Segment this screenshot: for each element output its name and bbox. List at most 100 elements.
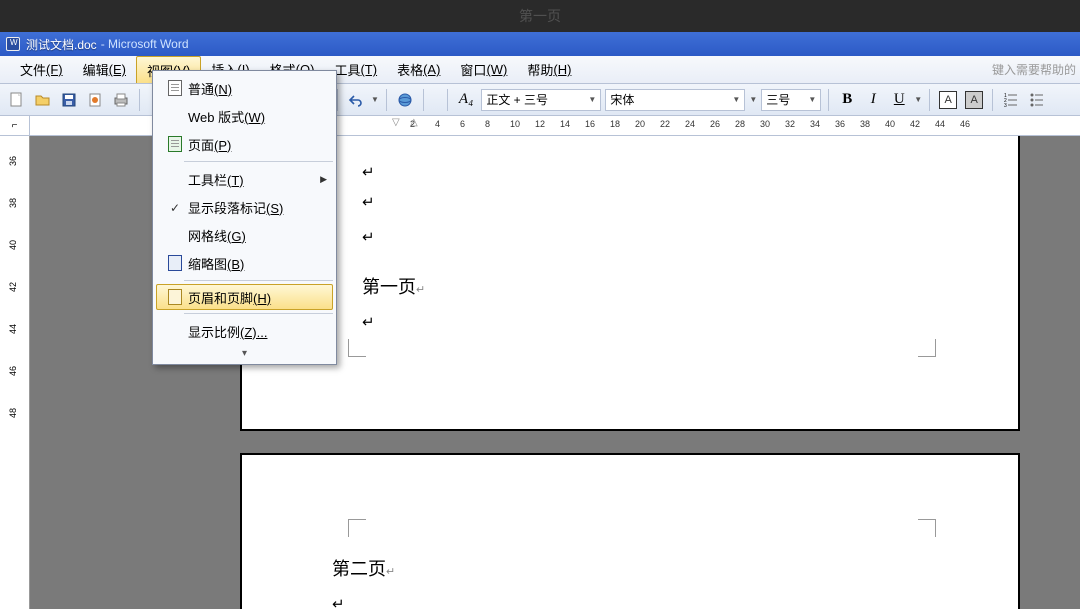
ruler-tick: 6 <box>460 119 465 129</box>
menu-window[interactable]: 窗口(W) <box>450 56 517 83</box>
ruler-tick: 46 <box>960 119 970 129</box>
header-footer-icon <box>168 289 182 305</box>
toolbar-sep <box>386 89 387 111</box>
ruler-tick: 14 <box>560 119 570 129</box>
view-header-footer[interactable]: 页眉和页脚(H) <box>156 284 333 310</box>
ruler-tick: 12 <box>535 119 545 129</box>
paragraph-mark: ↵ <box>332 595 345 609</box>
ruler-tick: 36 <box>8 156 18 166</box>
paragraph-mark: ↵ <box>362 313 375 332</box>
indent-marker-icon[interactable]: △ <box>410 117 418 128</box>
document-title: 测试文档.doc <box>26 36 97 53</box>
ruler-tick: 40 <box>8 240 18 250</box>
ruler-tick: 36 <box>835 119 845 129</box>
menu-help[interactable]: 帮助(H) <box>517 56 581 83</box>
toolbar-sep <box>337 89 338 111</box>
ruler-tick: 44 <box>935 119 945 129</box>
indent-marker-icon[interactable]: ▽ <box>392 117 400 128</box>
undo-dropdown-icon[interactable]: ▼ <box>371 95 379 104</box>
app-name: - Microsoft Word <box>101 37 189 51</box>
help-search-prompt[interactable]: 键入需要帮助的 <box>992 56 1080 83</box>
paragraph-mark: ↵ <box>362 228 375 247</box>
page-layout-icon <box>168 136 182 152</box>
ruler-tick: 10 <box>510 119 520 129</box>
ruler-tick: 28 <box>735 119 745 129</box>
ruler-tick: 42 <box>8 282 18 292</box>
title-bar: 测试文档.doc - Microsoft Word <box>0 32 1080 56</box>
background-window-strip: 第一页 <box>0 0 1080 32</box>
menu-separator <box>184 161 333 162</box>
ruler-tick: 30 <box>760 119 770 129</box>
ruler-tick: 42 <box>910 119 920 129</box>
size-combo[interactable]: 三号▼ <box>761 89 821 111</box>
paragraph-mark: ↵ <box>362 193 375 212</box>
toolbar-sep <box>828 89 829 111</box>
view-thumbnails[interactable]: 缩略图(B) <box>156 249 333 277</box>
char-shading-button[interactable]: A <box>963 89 985 111</box>
ruler-tick: 32 <box>785 119 795 129</box>
vertical-ruler[interactable]: 36384042444648 <box>0 136 30 609</box>
margin-corner-icon <box>348 339 366 357</box>
bullets-button[interactable] <box>1026 89 1048 111</box>
page-1[interactable]: ↵ ↵ ↵ 第一页↵ ↵ <box>240 136 1020 431</box>
word-app-icon <box>6 37 20 51</box>
view-web[interactable]: Web 版式(W) <box>156 102 333 130</box>
font-combo[interactable]: 宋体▼ <box>605 89 745 111</box>
toolbar-sep <box>929 89 930 111</box>
page-1-text[interactable]: 第一页↵ <box>362 273 425 299</box>
bold-button[interactable]: B <box>836 89 858 111</box>
print-button[interactable] <box>110 89 132 111</box>
ruler-tick: 18 <box>610 119 620 129</box>
ruler-tick: 38 <box>8 198 18 208</box>
ruler-tick: 24 <box>685 119 695 129</box>
svg-text:3: 3 <box>1004 103 1007 108</box>
style-indicator-icon[interactable]: A₄ <box>455 91 477 108</box>
ruler-tick: 4 <box>435 119 440 129</box>
view-toolbars[interactable]: 工具栏(T) ▶ <box>156 165 333 193</box>
ruler-tick: 38 <box>860 119 870 129</box>
underline-button[interactable]: U <box>888 89 910 111</box>
ruler-tick: 8 <box>485 119 490 129</box>
numbering-button[interactable]: 123 <box>1000 89 1022 111</box>
hyperlink-button[interactable] <box>394 89 416 111</box>
toolbar-sep <box>992 89 993 111</box>
menu-file[interactable]: 文件(F) <box>10 56 73 83</box>
view-normal[interactable]: 普通(N) <box>156 74 333 102</box>
menu-edit[interactable]: 编辑(E) <box>73 56 136 83</box>
save-button[interactable] <box>58 89 80 111</box>
view-zoom[interactable]: 显示比例(Z)... <box>156 317 333 345</box>
style-combo[interactable]: 正文 + 三号▼ <box>481 89 601 111</box>
margin-corner-icon <box>918 519 936 537</box>
view-gridlines[interactable]: 网格线(G) <box>156 221 333 249</box>
ruler-tick: 16 <box>585 119 595 129</box>
char-border-button[interactable]: A <box>937 89 959 111</box>
underline-dropdown-icon[interactable]: ▼ <box>914 95 922 104</box>
view-page-layout[interactable]: 页面(P) <box>156 130 333 158</box>
paragraph-mark: ↵ <box>362 163 375 182</box>
page-2[interactable]: 第二页↵ ↵ <box>240 453 1020 609</box>
margin-corner-icon <box>348 519 366 537</box>
permissions-button[interactable] <box>84 89 106 111</box>
ruler-tick: 46 <box>8 366 18 376</box>
ruler-tick: 20 <box>635 119 645 129</box>
font-expand-icon[interactable]: ▼ <box>749 95 757 104</box>
submenu-arrow-icon: ▶ <box>320 174 327 185</box>
italic-button[interactable]: I <box>862 89 884 111</box>
view-menu-dropdown: 普通(N) Web 版式(W) 页面(P) 工具栏(T) ▶ 显示段落标记(S)… <box>152 70 337 365</box>
undo-button[interactable] <box>345 89 367 111</box>
open-button[interactable] <box>32 89 54 111</box>
thumbnail-icon <box>168 255 182 271</box>
ruler-tick: 48 <box>8 408 18 418</box>
toolbar-sep <box>139 89 140 111</box>
menu-separator <box>184 280 333 281</box>
menu-table[interactable]: 表格(A) <box>387 56 450 83</box>
menu-separator <box>184 313 333 314</box>
page-2-text[interactable]: 第二页↵ <box>332 555 395 581</box>
background-text: 第一页 <box>519 6 561 26</box>
menu-expand-icon[interactable]: ▾ <box>156 345 333 361</box>
toolbar-sep <box>447 89 448 111</box>
ruler-tick: 26 <box>710 119 720 129</box>
view-show-paragraph-marks[interactable]: 显示段落标记(S) <box>156 193 333 221</box>
ruler-tick: 34 <box>810 119 820 129</box>
new-doc-button[interactable] <box>6 89 28 111</box>
